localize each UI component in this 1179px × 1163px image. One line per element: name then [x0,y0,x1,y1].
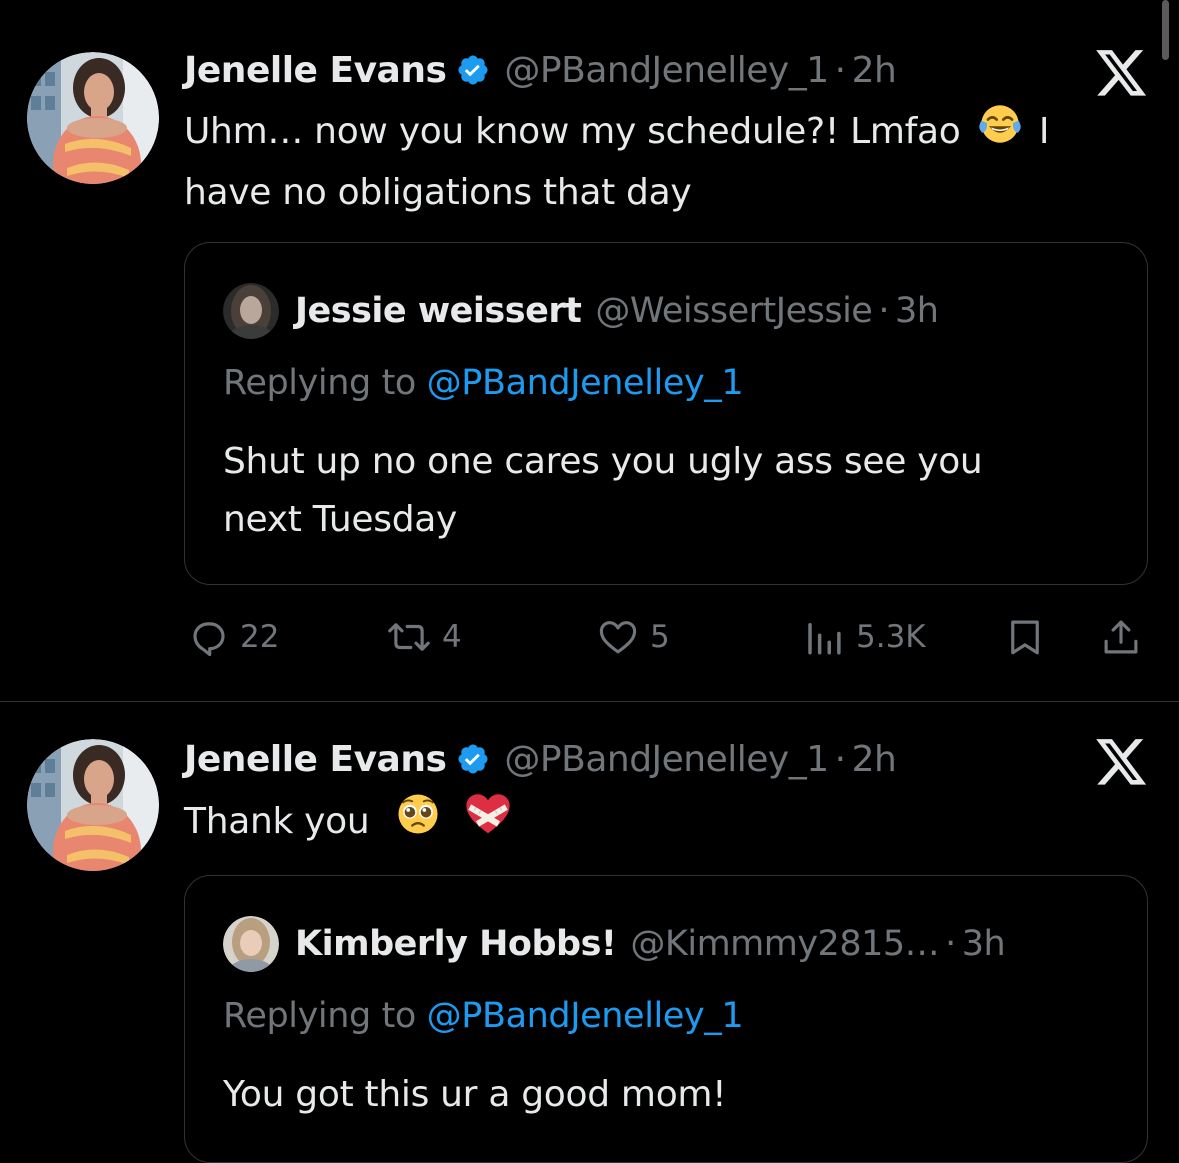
like-count: 5 [650,619,670,655]
bookmark-button[interactable] [1004,612,1046,662]
author-name[interactable]: Jenelle Evans [184,50,447,91]
quoted-author-avatar[interactable] [223,916,279,972]
repost-count: 4 [442,619,462,655]
verified-badge-icon [456,53,490,87]
quoted-text-line: Shut up no one cares you ugly ass see yo… [223,441,983,482]
tweet-time[interactable]: 2h [852,739,897,780]
quoted-tweet-text: Shut up no one cares you ugly ass see yo… [223,433,1113,549]
tweet-header: Jenelle Evans @PBandJenelley_1 · 2h [184,48,897,92]
separator-dot: · [945,924,956,964]
pleading-face-emoji [395,791,441,855]
author-handle[interactable]: @PBandJenelley_1 [504,50,829,91]
quoted-tweet[interactable]: Jessie weissert @WeissertJessie · 3h Rep… [184,242,1148,585]
x-logo-icon [1096,739,1148,787]
tweet-time[interactable]: 2h [852,50,897,91]
bookmark-icon [1004,616,1046,658]
replying-to-label: Replying to [223,996,416,1036]
tweet-1[interactable]: Jenelle Evans @PBandJenelley_1 · 2h Uhm…… [0,0,1179,702]
quoted-author-handle[interactable]: @WeissertJessie [595,291,873,331]
separator-dot: · [834,738,846,780]
tweet-divider [0,701,1179,702]
tweet-actions: 22 4 5 5.3K [0,612,1179,662]
tweet-header: Jenelle Evans @PBandJenelley_1 · 2h [184,737,897,781]
repost-button[interactable]: 4 [386,612,462,662]
x-logo-icon [1096,50,1148,98]
quoted-tweet[interactable]: Kimberly Hobbs! @Kimmmy2815… · 3h Replyi… [184,875,1148,1163]
tweet-text: Uhm… now you know my schedule?! Lmfao I … [184,102,1154,222]
separator-dot: · [878,291,889,331]
share-icon [1100,616,1142,658]
repost-icon [386,616,432,658]
quoted-tweet-text: You got this ur a good mom! [223,1066,1113,1124]
reply-count: 22 [240,619,280,655]
replying-to-mention[interactable]: @PBandJenelley_1 [427,363,744,403]
tweet-text-line: Thank you [184,801,370,842]
share-button[interactable] [1100,612,1142,662]
replying-to-label: Replying to [223,363,416,403]
tweet-text-line: have no obligations that day [184,172,692,213]
quoted-text-line: next Tuesday [223,499,458,540]
quoted-tweet-time[interactable]: 3h [895,291,939,331]
quoted-author-name[interactable]: Jessie weissert [295,291,582,331]
view-count: 5.3K [856,619,926,655]
author-avatar[interactable] [27,52,159,184]
replying-to-mention[interactable]: @PBandJenelley_1 [427,996,744,1036]
tweet-text-line-end: I [1038,111,1050,152]
separator-dot: · [834,49,846,91]
quoted-tweet-header: Jessie weissert @WeissertJessie · 3h [295,289,939,333]
author-name[interactable]: Jenelle Evans [184,739,447,780]
quoted-tweet-time[interactable]: 3h [962,924,1006,964]
analytics-icon [802,616,846,658]
reply-button[interactable]: 22 [188,612,279,662]
quoted-author-avatar[interactable] [223,283,279,339]
quoted-tweet-header: Kimberly Hobbs! @Kimmmy2815… · 3h [295,922,1006,966]
quoted-author-handle[interactable]: @Kimmmy2815… [630,924,939,964]
mending-heart-emoji [464,791,512,855]
heart-icon [596,616,640,658]
views-button[interactable]: 5.3K [802,612,926,662]
tweet-2[interactable]: Jenelle Evans @PBandJenelley_1 · 2h Than… [0,703,1179,1163]
replying-to: Replying to @PBandJenelley_1 [223,363,744,403]
like-button[interactable]: 5 [596,612,670,662]
reply-icon [188,616,230,658]
replying-to: Replying to @PBandJenelley_1 [223,996,744,1036]
author-avatar[interactable] [27,739,159,871]
quoted-author-name[interactable]: Kimberly Hobbs! [295,924,617,964]
quoted-text-line: You got this ur a good mom! [223,1074,727,1115]
tears-of-joy-emoji [978,102,1022,164]
author-handle[interactable]: @PBandJenelley_1 [504,739,829,780]
tweet-text: Thank you [184,791,1154,855]
verified-badge-icon [456,742,490,776]
tweet-text-line: Uhm… now you know my schedule?! Lmfao [184,111,961,152]
